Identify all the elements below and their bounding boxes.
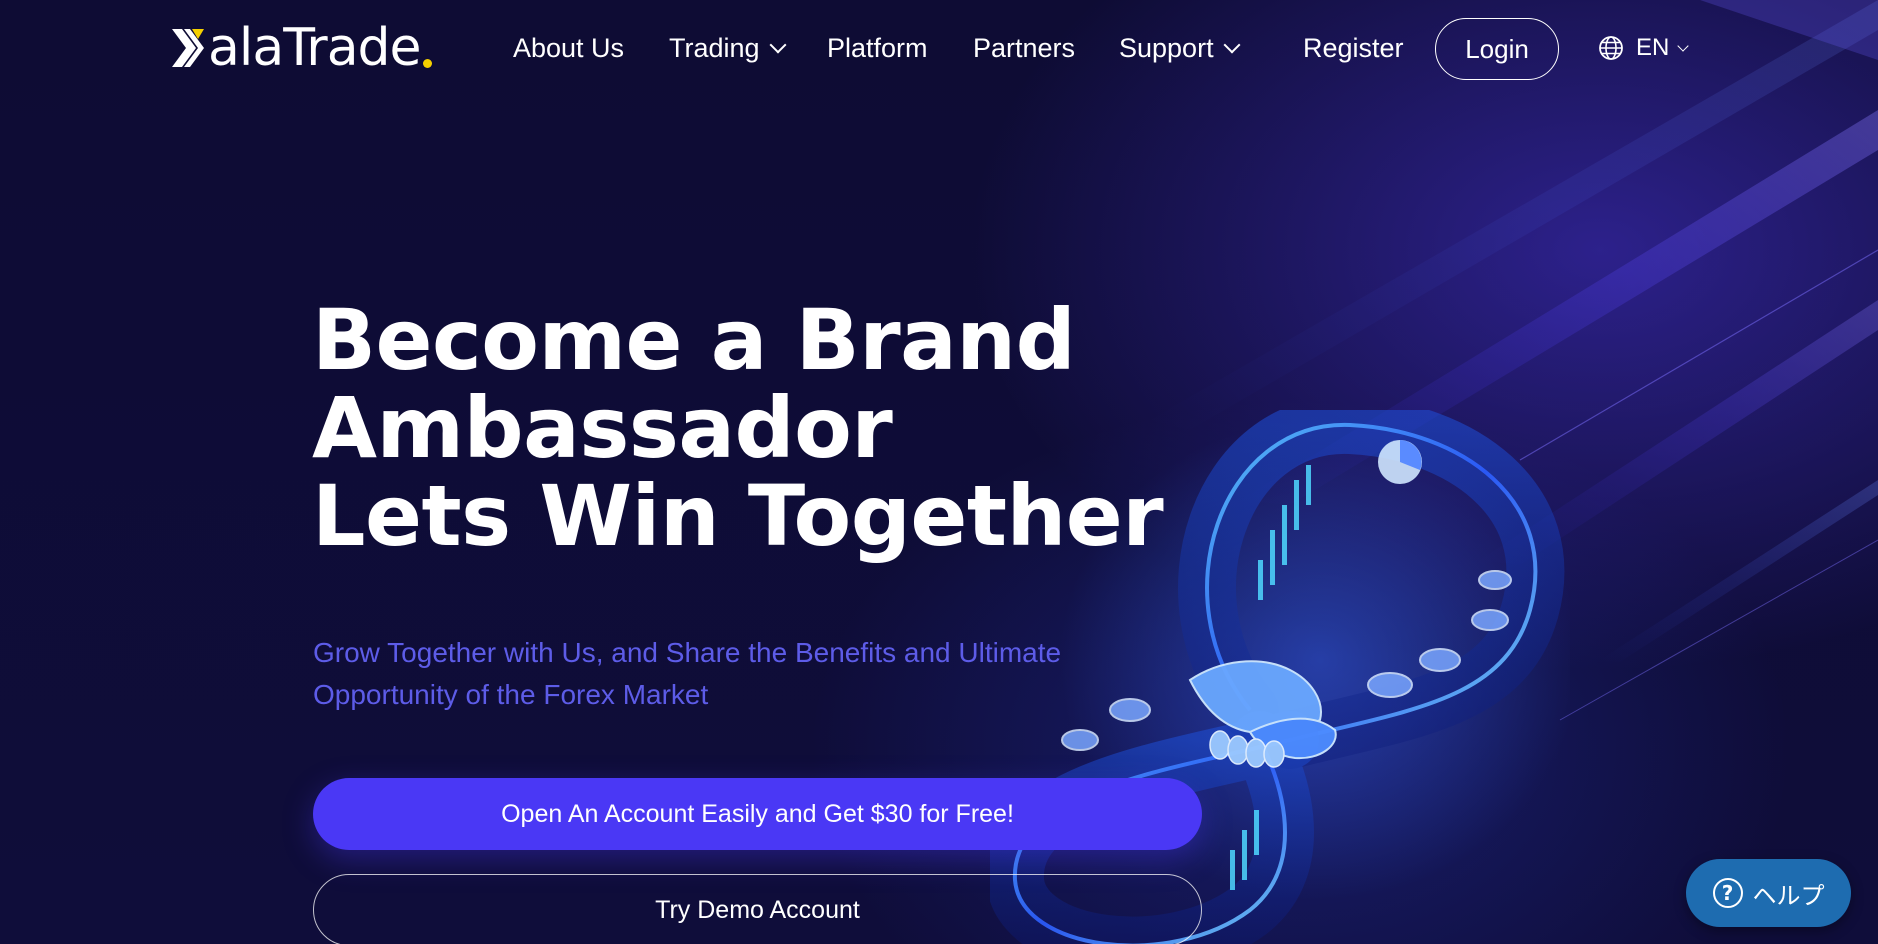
login-button[interactable]: Login: [1435, 18, 1559, 80]
nav-item-partners[interactable]: Partners: [973, 28, 1075, 68]
nav-item-label: Trading: [669, 32, 760, 63]
hero-title-line: Lets Win Together: [312, 467, 1164, 565]
nav-item-about-us[interactable]: About Us: [513, 28, 624, 68]
chevron-down-icon: [769, 36, 787, 54]
hero-title: Become a Brand Ambassador Lets Win Toget…: [312, 291, 1164, 565]
nav-item-platform[interactable]: Platform: [827, 28, 928, 68]
nav-item-trading[interactable]: Trading: [669, 28, 787, 68]
hero-subtitle: Grow Together with Us, and Share the Ben…: [313, 637, 1062, 710]
language-selector[interactable]: EN: [1598, 28, 1690, 68]
try-demo-label: Try Demo Account: [655, 895, 860, 924]
main-nav: About Us Trading Platform Partners Suppo…: [0, 28, 1878, 68]
hero-title-line: Ambassador: [312, 379, 893, 477]
login-label: Login: [1465, 33, 1529, 64]
landing-page: ala Trade About Us Trading Platform Part…: [0, 0, 1878, 944]
nav-item-label: Support: [1119, 32, 1214, 63]
register-link[interactable]: Register: [1303, 28, 1404, 68]
nav-item-label: Platform: [827, 32, 928, 63]
open-account-label: Open An Account Easily and Get $30 for F…: [501, 799, 1014, 828]
chevron-down-icon: [1677, 40, 1690, 52]
globe-icon: [1599, 36, 1623, 60]
try-demo-account-button[interactable]: Try Demo Account: [313, 874, 1202, 944]
open-account-button[interactable]: Open An Account Easily and Get $30 for F…: [313, 778, 1202, 850]
question-mark-icon: ?: [1712, 878, 1743, 908]
nav-item-label: Partners: [973, 32, 1076, 63]
nav-item-label: About Us: [513, 32, 625, 63]
help-label: ヘルプ: [1752, 882, 1825, 910]
chevron-down-icon: [1223, 36, 1241, 54]
register-label: Register: [1303, 32, 1404, 63]
hero-title-line: Become a Brand: [312, 291, 1076, 389]
language-label: EN: [1636, 34, 1670, 61]
help-widget-button[interactable]: ? ヘルプ: [1686, 859, 1851, 927]
nav-item-support[interactable]: Support: [1119, 28, 1241, 68]
site-header: ala Trade About Us Trading Platform Part…: [0, 0, 1878, 96]
